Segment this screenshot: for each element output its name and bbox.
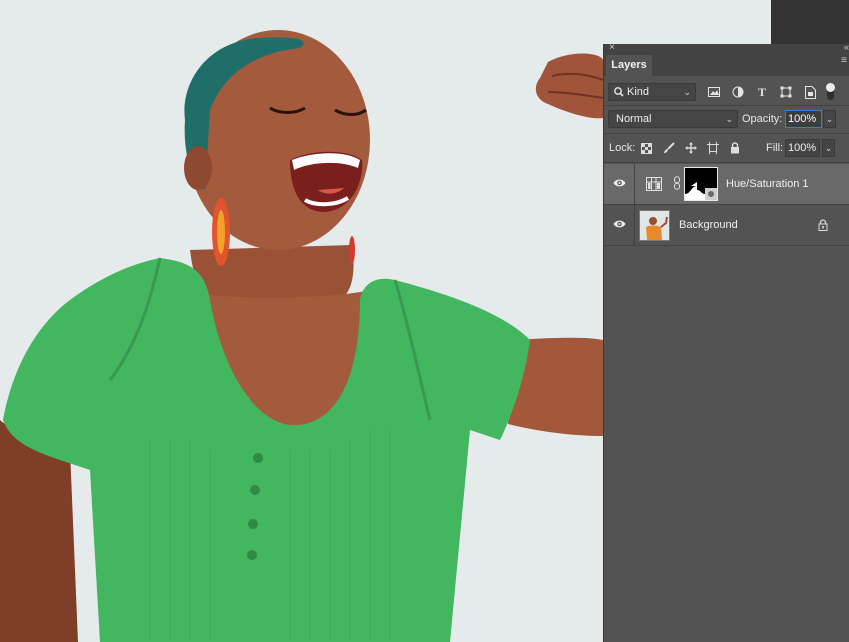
filter-toggle-switch[interactable]: [826, 83, 835, 101]
opacity-label: Opacity:: [742, 113, 783, 125]
layer-row-hue-saturation[interactable]: Hue/Saturation 1: [604, 164, 849, 205]
chevron-down-icon: ⌄: [683, 87, 691, 97]
lock-all-icon[interactable]: [727, 139, 743, 157]
fill-dropdown-button[interactable]: ⌄: [822, 139, 835, 157]
lock-position-icon[interactable]: [683, 139, 699, 157]
layers-panel: × « Layers ≡ Kind ⌄ T Normal ⌄ Opacity: …: [603, 42, 849, 642]
type-layer-filter-icon[interactable]: T: [754, 83, 770, 101]
layer-name[interactable]: Background: [679, 205, 738, 245]
panel-tab-bar: Layers ≡: [604, 55, 849, 76]
workspace-background: [771, 0, 849, 44]
smart-object-filter-icon[interactable]: [802, 83, 818, 101]
lock-transparent-pixels-icon[interactable]: [638, 139, 654, 157]
lock-row: Lock: Fill: 100% ⌄: [604, 136, 849, 160]
blend-mode-value: Normal: [616, 113, 652, 125]
eye-icon[interactable]: [613, 219, 626, 232]
opacity-dropdown-button[interactable]: ⌄: [823, 110, 836, 128]
shape-layer-filter-icon[interactable]: [778, 83, 794, 101]
blend-mode-select[interactable]: Normal ⌄: [608, 110, 738, 128]
lock-artboard-icon[interactable]: [705, 139, 721, 157]
link-chain-icon[interactable]: [673, 176, 681, 193]
lock-label: Lock:: [609, 142, 636, 154]
layer-thumbnail[interactable]: [639, 210, 670, 241]
photo-woman-laughing: [0, 0, 603, 642]
visibility-toggle[interactable]: [604, 164, 635, 204]
lock-icon: [818, 219, 828, 234]
adjustment-layer-filter-icon[interactable]: [730, 83, 746, 101]
hue-saturation-adjustment-icon[interactable]: [646, 177, 662, 191]
filter-kind-select[interactable]: Kind ⌄: [608, 83, 696, 101]
canvas-strip: [603, 0, 771, 44]
pixel-layer-filter-icon[interactable]: [706, 83, 722, 101]
fill-input[interactable]: 100%: [785, 139, 820, 157]
document-canvas[interactable]: [0, 0, 603, 642]
layer-mask-thumbnail[interactable]: [684, 167, 718, 201]
search-icon: [613, 84, 624, 105]
tab-layers[interactable]: Layers: [606, 55, 652, 76]
opacity-input[interactable]: 100%: [785, 110, 822, 128]
close-panel-icon[interactable]: ×: [609, 42, 615, 53]
panel-title-bar: × «: [604, 42, 849, 55]
panel-menu-icon[interactable]: ≡: [841, 56, 847, 66]
collapse-panel-icon[interactable]: «: [844, 42, 849, 52]
lock-image-pixels-icon[interactable]: [661, 139, 677, 157]
layer-row-background[interactable]: Background: [604, 205, 849, 246]
eye-icon[interactable]: [613, 178, 626, 191]
filter-kind-label: Kind: [627, 86, 650, 98]
visibility-toggle[interactable]: [604, 205, 635, 245]
layer-name[interactable]: Hue/Saturation 1: [726, 164, 809, 204]
chevron-down-icon: ⌄: [725, 114, 733, 124]
fill-label: Fill:: [766, 142, 784, 154]
filter-row: Kind ⌄ T: [604, 78, 849, 104]
blend-row: Normal ⌄ Opacity: 100% ⌄: [604, 107, 849, 131]
